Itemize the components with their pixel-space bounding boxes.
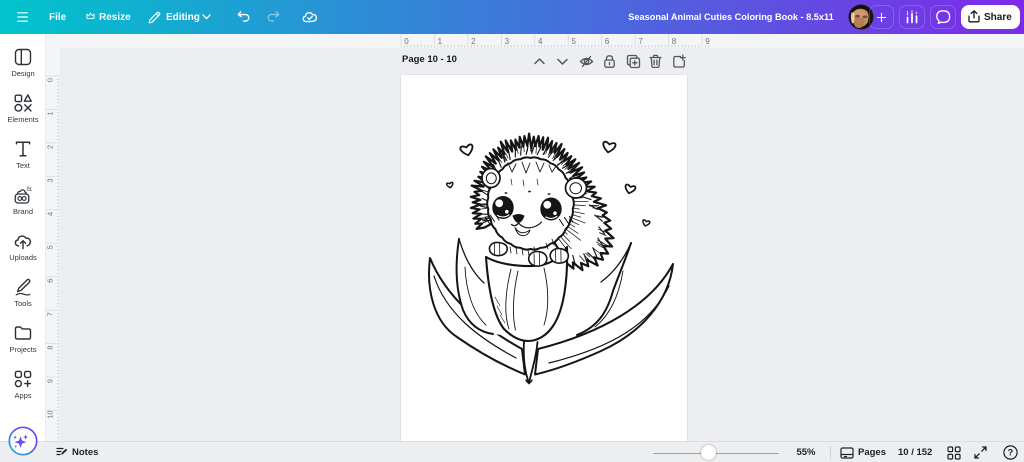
svg-text:3: 3 xyxy=(46,178,55,182)
svg-text:0: 0 xyxy=(404,37,409,46)
svg-text:3: 3 xyxy=(505,37,510,46)
svg-text:6: 6 xyxy=(46,279,55,283)
svg-text:5: 5 xyxy=(572,37,577,46)
svg-text:1: 1 xyxy=(438,37,443,46)
svg-text:6: 6 xyxy=(605,37,610,46)
svg-text:?: ? xyxy=(1008,448,1014,458)
svg-text:8: 8 xyxy=(46,346,55,350)
svg-text:8: 8 xyxy=(672,37,677,46)
svg-text:0: 0 xyxy=(46,78,55,82)
svg-text:2: 2 xyxy=(46,145,55,149)
svg-text:1: 1 xyxy=(46,111,55,115)
svg-text:7: 7 xyxy=(46,312,55,316)
svg-text:7: 7 xyxy=(638,37,643,46)
svg-text:5: 5 xyxy=(46,245,55,249)
svg-text:9: 9 xyxy=(705,37,710,46)
svg-text:2: 2 xyxy=(471,37,476,46)
svg-text:4: 4 xyxy=(538,37,543,46)
svg-text:10: 10 xyxy=(46,410,55,418)
svg-text:4: 4 xyxy=(46,212,55,216)
svg-text:9: 9 xyxy=(46,379,55,383)
